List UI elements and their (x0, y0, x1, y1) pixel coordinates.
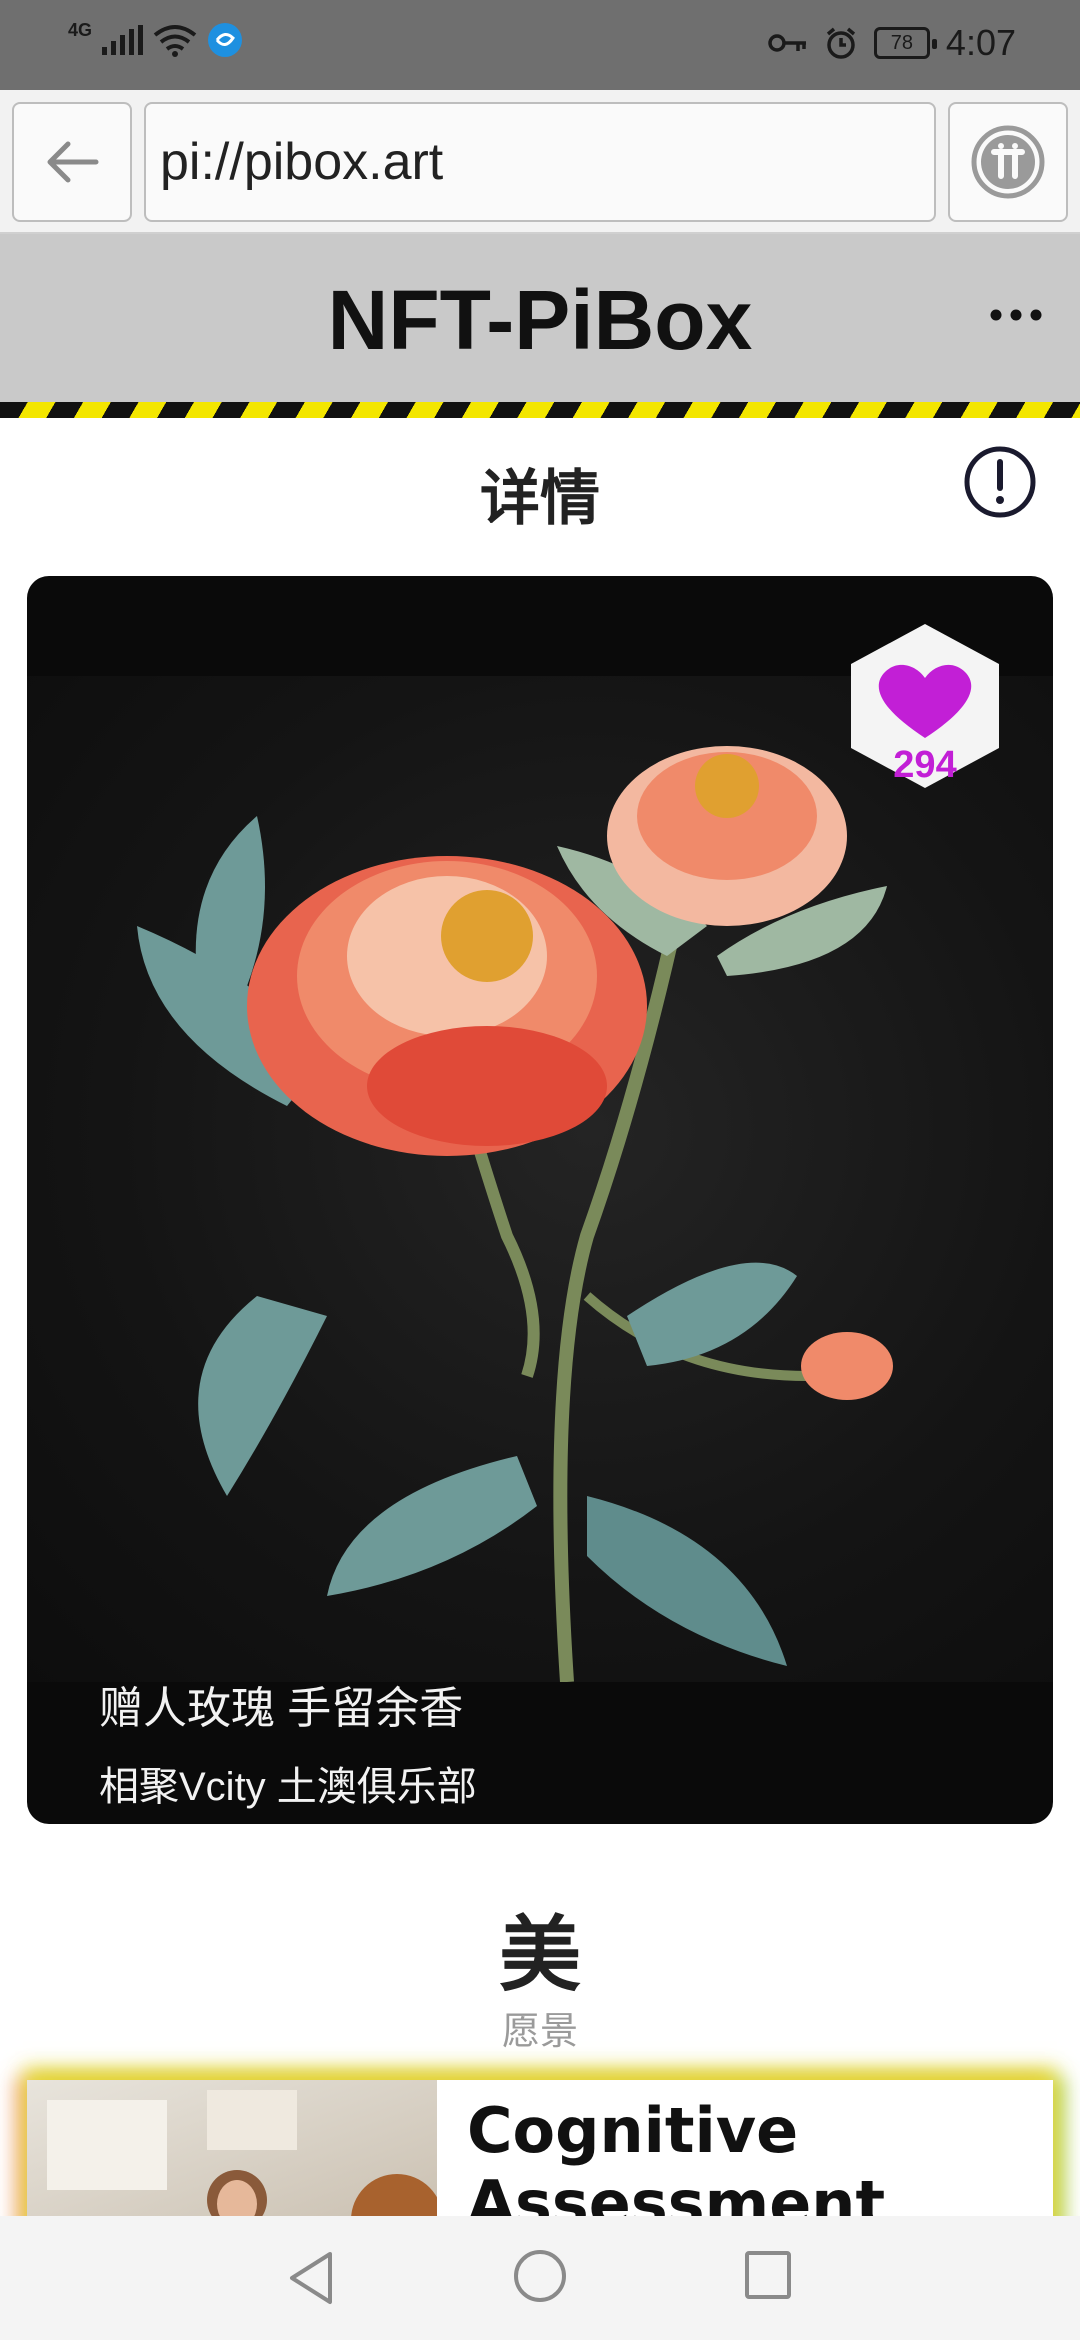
key-icon (768, 34, 806, 52)
clock: 4:07 (945, 22, 1016, 63)
signal-icon (102, 25, 144, 55)
alarm-icon (826, 27, 856, 59)
nft-artwork-image (27, 676, 1053, 1683)
back-arrow-icon (47, 141, 99, 183)
app-header: NFT-PiBox (0, 234, 1080, 402)
url-field[interactable]: pi://pibox.art (144, 102, 936, 222)
more-dots-icon[interactable] (988, 300, 1044, 330)
pi-logo-icon (971, 125, 1045, 199)
section-title: 美 (498, 1910, 581, 2001)
info-icon[interactable] (962, 444, 1038, 520)
system-nav-bar (0, 2216, 1080, 2340)
browser-toolbar: pi://pibox.art (0, 90, 1080, 234)
section-subtitle: 愿景 (501, 2011, 578, 2053)
status-bar: 4G 78 4:07 (0, 0, 1080, 90)
page-title: 详情 (480, 465, 600, 532)
nft-caption-secondary: 相聚Vcity 土澳俱乐部 (99, 1765, 477, 1809)
nav-back-icon[interactable] (282, 2248, 342, 2308)
pi-wallet-button[interactable] (948, 102, 1068, 222)
status-left: 4G (68, 19, 243, 58)
back-button[interactable] (12, 102, 132, 222)
nft-caption-primary: 赠人玫瑰 手留余香 (99, 1684, 464, 1733)
nft-card[interactable]: 294 赠人玫瑰 手留余香 相聚Vcity 土澳俱乐部 (27, 576, 1053, 1824)
app-notification-icon (208, 23, 243, 57)
hazard-stripe-divider (0, 402, 1080, 418)
network-type: 4G (68, 19, 93, 40)
status-right: 78 4:07 (768, 22, 1016, 64)
wifi-icon (153, 25, 197, 57)
battery-icon: 78 (873, 27, 937, 59)
nav-recent-icon[interactable] (744, 2250, 792, 2300)
like-count: 294 (893, 744, 957, 786)
flower-illustration (137, 746, 893, 1683)
nav-home-icon[interactable] (512, 2248, 568, 2304)
app-title: NFT-PiBox (327, 273, 753, 367)
